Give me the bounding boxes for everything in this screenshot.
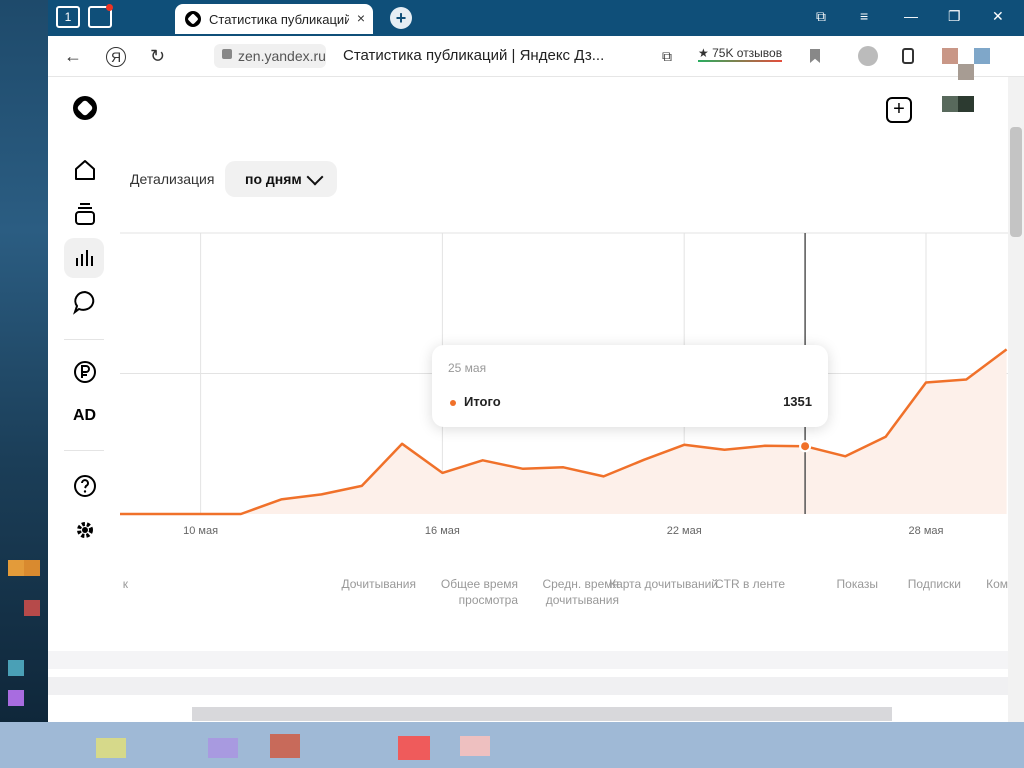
- column-header[interactable]: Дочитывания: [306, 576, 417, 592]
- comments-icon[interactable]: [72, 289, 98, 315]
- tooltip-date: 25 мая: [448, 361, 487, 375]
- globe-icon[interactable]: [858, 46, 878, 66]
- detail-select[interactable]: по дням: [225, 161, 337, 197]
- yandex-logo-icon[interactable]: Я: [106, 47, 126, 67]
- taskbar-app-icon[interactable]: [96, 738, 126, 758]
- taskbar-app-icon[interactable]: [270, 734, 300, 758]
- sidebar-divider: [64, 450, 104, 451]
- desktop-blur-tile: [8, 660, 24, 676]
- zen-favicon-icon: [185, 11, 201, 27]
- taskbar-app-icon[interactable]: [208, 738, 238, 758]
- blurred-row: [48, 651, 1008, 669]
- bookmark-icon[interactable]: [810, 49, 820, 63]
- tab-counter-value: 1: [64, 10, 72, 24]
- x-tick-label: 28 мая: [909, 525, 944, 537]
- scrollbar-thumb[interactable]: [1010, 127, 1022, 237]
- active-tab[interactable]: Статистика публикаций ×: [175, 4, 373, 34]
- new-tab-button[interactable]: +: [390, 7, 412, 29]
- notification-dot: [106, 4, 113, 11]
- minimize-button[interactable]: —: [904, 8, 918, 24]
- x-tick-label: 10 мая: [183, 525, 218, 537]
- column-header[interactable]: Общее время просмотра: [408, 576, 518, 608]
- reviews-badge[interactable]: ★ 75K отзывов: [698, 46, 783, 62]
- column-header[interactable]: к: [18, 576, 128, 592]
- ruble-icon[interactable]: [72, 359, 98, 385]
- tab-counter-icon[interactable]: 1: [56, 6, 80, 28]
- url-host: zen.yandex.ru: [238, 48, 326, 64]
- tooltip-series: Итого: [464, 394, 501, 409]
- vertical-scrollbar[interactable]: [1008, 77, 1024, 768]
- statistics-icon: [76, 250, 93, 266]
- x-tick-label: 22 мая: [667, 525, 702, 537]
- help-icon[interactable]: [72, 473, 98, 499]
- advertising-icon[interactable]: AD: [73, 407, 96, 425]
- desktop-blur-tile: [8, 560, 24, 576]
- tooltip-value: 1351: [783, 394, 812, 409]
- create-publication-button[interactable]: +: [886, 97, 912, 123]
- page-title: Статистика публикаций | Яндекс Дз...: [343, 47, 605, 64]
- tab-close-icon[interactable]: ×: [357, 10, 365, 26]
- series-dot: [450, 400, 456, 406]
- column-header[interactable]: Ком: [898, 576, 1008, 592]
- hover-point: [799, 440, 812, 453]
- desktop-blur-tile: [24, 560, 40, 576]
- taskbar-app-icon[interactable]: [460, 736, 490, 756]
- home-icon[interactable]: [72, 157, 98, 183]
- tab-title: Статистика публикаций: [209, 12, 349, 27]
- address-bar: ← Я ↻ zen.yandex.ru Статистика публикаци…: [48, 36, 1024, 77]
- x-tick-label: 16 мая: [425, 525, 460, 537]
- sidebar: AD: [48, 77, 120, 637]
- column-header[interactable]: Средн. время дочитывания: [509, 576, 619, 608]
- settings-gear-icon[interactable]: [72, 517, 98, 543]
- back-arrow-icon[interactable]: ←: [64, 46, 82, 67]
- horizontal-scrollbar[interactable]: [192, 707, 892, 721]
- close-window-button[interactable]: ✕: [992, 8, 1004, 25]
- chevron-down-icon: [306, 168, 324, 186]
- desktop-blur-tile: [24, 600, 40, 616]
- bookmarks-panel-icon[interactable]: ⧉: [816, 8, 826, 25]
- tab-bar: 1 Статистика публикаций × + ⧉ ≡ — ❐ ✕: [48, 0, 1024, 36]
- taskbar-app-icon[interactable]: [398, 736, 430, 760]
- menu-icon[interactable]: ≡: [860, 8, 868, 24]
- blurred-avatar: [942, 48, 992, 128]
- lock-icon: [222, 49, 232, 59]
- reload-icon[interactable]: ↻: [150, 46, 165, 67]
- detail-select-value: по дням: [245, 171, 302, 187]
- restore-button[interactable]: ❐: [948, 8, 961, 25]
- desktop-blur-tile: [8, 690, 24, 706]
- url-field[interactable]: zen.yandex.ru: [214, 44, 326, 68]
- copy-link-icon[interactable]: ⧉: [662, 48, 672, 65]
- publications-icon[interactable]: [72, 202, 98, 228]
- taskbar: [0, 722, 1024, 768]
- sidebar-item-statistics[interactable]: [64, 238, 104, 278]
- sidebar-divider: [64, 339, 104, 340]
- chart-tooltip: 25 мая Итого 1351: [432, 345, 828, 427]
- studio-app: AD + Детализация по дням 10 мая 16 мая 22 …: [48, 77, 1008, 768]
- zen-logo-icon[interactable]: [73, 96, 97, 120]
- blurred-row: [48, 677, 1008, 695]
- desktop-background: [0, 0, 48, 768]
- extension-icon[interactable]: [902, 48, 914, 64]
- detail-label: Детализация: [130, 171, 215, 187]
